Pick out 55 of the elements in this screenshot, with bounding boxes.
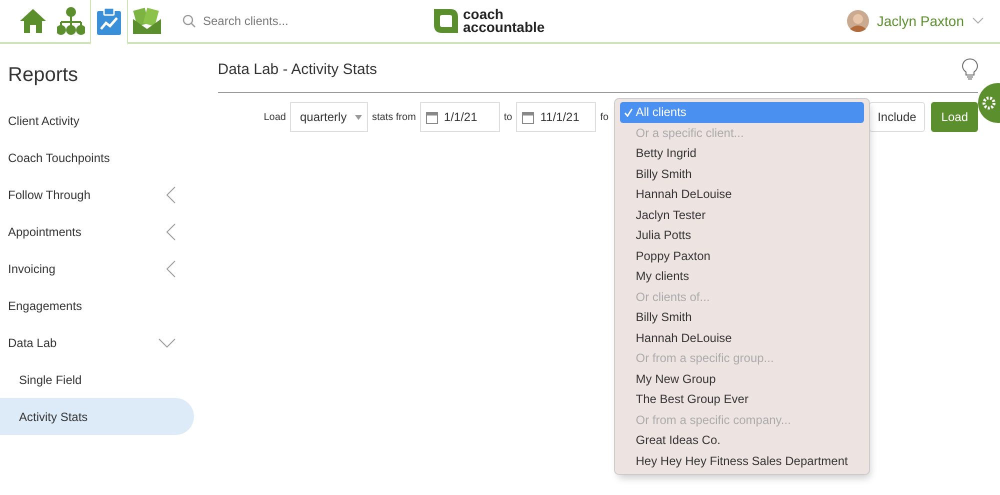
group-header: Or clients of... [634,288,711,306]
calendar-icon [426,110,438,124]
group-header: Or from a specific company... [634,412,792,429]
sidebar-item[interactable]: Client Activity [0,102,194,139]
chevron-down-icon[interactable] [972,17,984,25]
settings-icon [982,96,996,110]
page-title: Data Lab - Activity Stats [218,60,377,78]
dropdown-option[interactable]: My New Group [620,368,864,389]
sidebar-item[interactable]: Single Field [0,361,194,398]
home-icon [19,8,47,34]
date-field[interactable]: 1/1/21 [420,102,500,132]
dropdown-option[interactable]: Hannah DeLouise [620,328,864,348]
dropdown-option[interactable]: Julia Potts [620,225,864,246]
avatar [846,10,869,32]
sidebar-title: Reports [7,63,80,88]
nav-tab[interactable] [90,0,128,45]
dropdown-option[interactable]: Hannah DeLouise [620,184,864,204]
include-button[interactable]: Include [868,102,926,132]
date-field[interactable]: 11/1/21 [516,102,596,132]
dropdown-option[interactable]: Betty Ingrid [620,143,864,164]
dropdown-option[interactable]: Great Ideas Co. [620,430,864,450]
group-header: Or a specific client... [634,124,745,142]
dropdown-option[interactable]: Billy Smith [620,164,864,184]
dropdown-option[interactable]: Poppy Paxton [620,246,864,266]
dropdown-option[interactable]: My clients [620,266,864,286]
sidebar-item[interactable]: Appointments [0,213,194,250]
logo-text: accountable [463,21,545,34]
calendar-icon [522,110,534,124]
load-label: Load [264,112,286,122]
sidebar-item[interactable]: Invoicing [0,250,194,287]
dropdown-option[interactable]: Jaclyn Tester [620,204,864,225]
money-envelope-icon [132,7,162,35]
search-icon [182,14,196,28]
sidebar-item[interactable]: Activity Stats [0,398,194,435]
load-button[interactable]: Load [931,102,978,132]
dropdown-option[interactable]: The Best Group Ever [620,389,864,410]
user-name[interactable]: Jaclyn Paxton [876,13,964,29]
logo-text: coach [463,8,504,21]
sidebar-item[interactable]: Data Lab [0,324,194,361]
logo-icon [434,9,458,33]
for-label: fo [600,112,609,122]
period-select[interactable]: quarterly [290,102,368,132]
dropdown-option[interactable]: Hey Hey Hey Fitness Sales Department [620,450,864,471]
hierarchy-icon [57,7,85,35]
sidebar-item[interactable]: Engagements [0,287,194,324]
from-label: stats from [372,112,416,122]
sidebar-item[interactable]: Coach Touchpoints [0,139,194,176]
to-label: to [504,112,512,122]
group-header: Or from a specific group... [634,350,775,368]
sidebar-item[interactable]: Follow Through [0,176,194,213]
dropdown-option[interactable]: Billy Smith [620,307,864,328]
caret-icon [355,114,362,120]
checkmark-icon [624,108,634,117]
lightbulb-icon[interactable] [962,58,978,80]
clipboard-chart-icon [96,8,122,36]
